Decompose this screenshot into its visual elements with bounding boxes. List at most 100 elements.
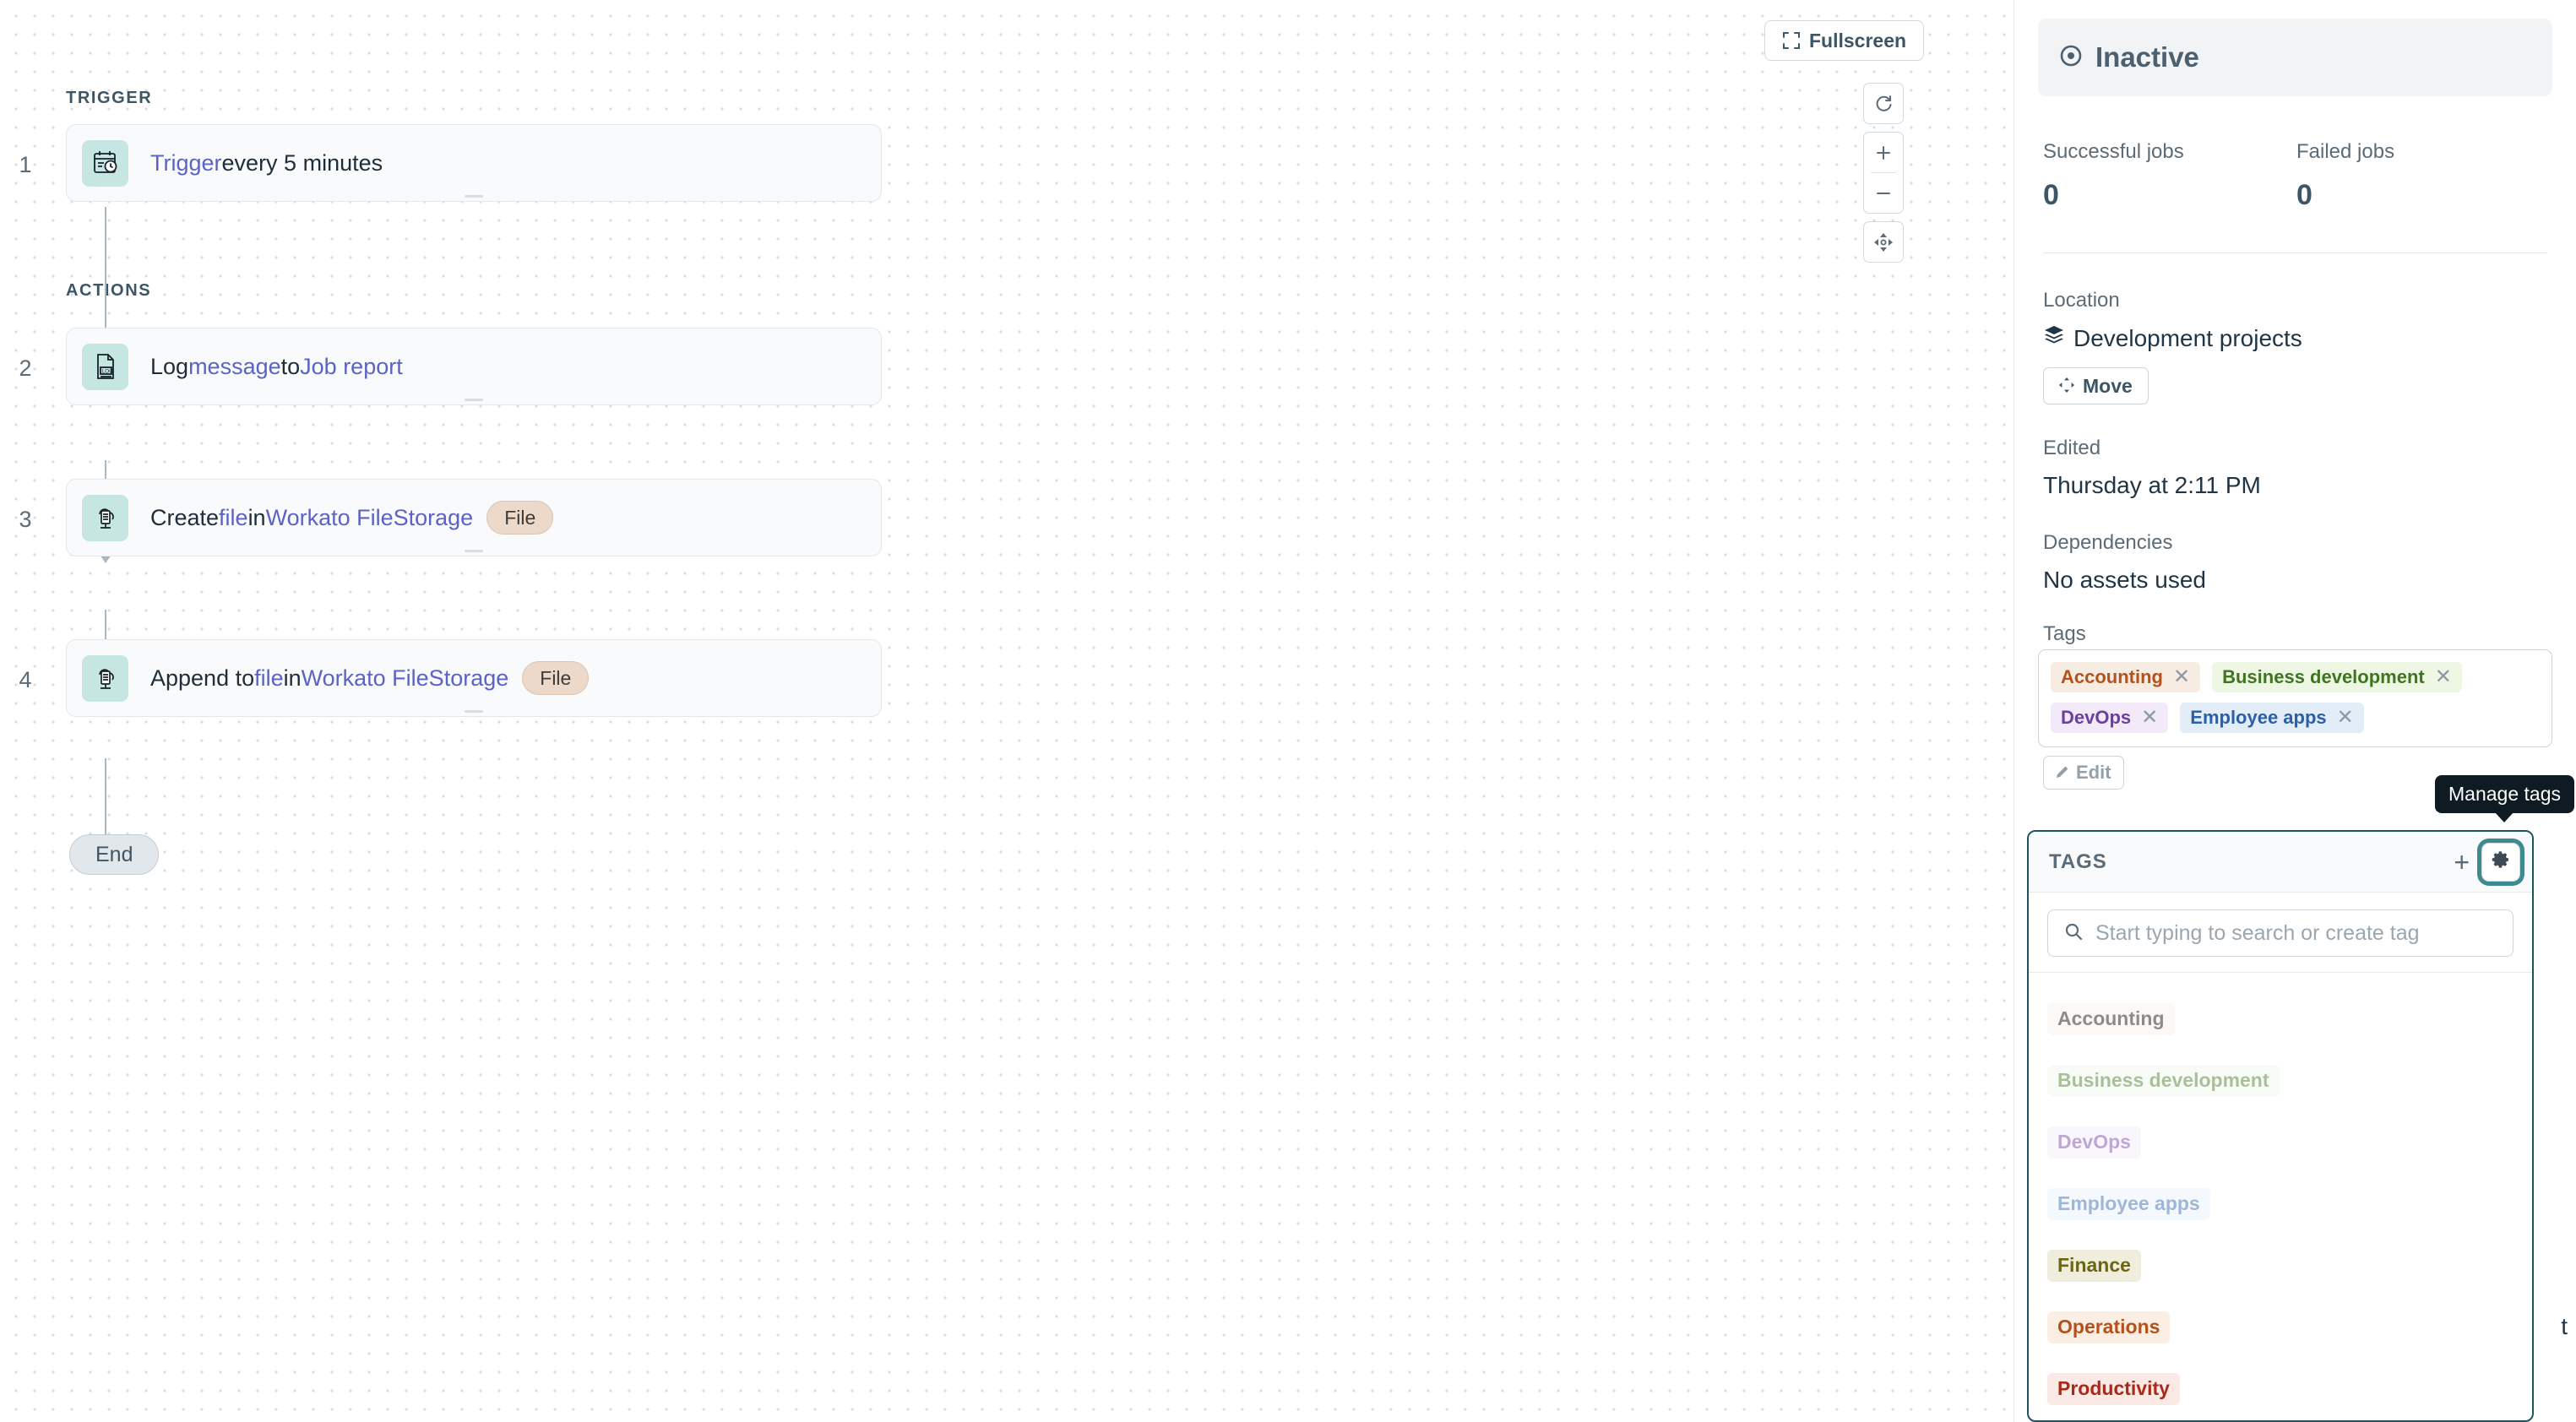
step-description: Append to file in Workato FileStorage Fil… <box>150 661 590 695</box>
step-collapse-handle[interactable] <box>465 710 483 713</box>
recipe-step-node[interactable]: Create file in Workato FileStorage File <box>66 479 882 556</box>
successful-jobs-value: 0 <box>2043 179 2059 211</box>
manage-tags-gear-button[interactable] <box>2481 842 2520 882</box>
failed-jobs-value: 0 <box>2296 179 2312 211</box>
cloud-file-icon <box>82 654 128 702</box>
recipe-step-node[interactable]: Trigger every 5 minutes <box>66 124 882 202</box>
tag-chip-label: Business development <box>2222 666 2425 687</box>
tag-option-row[interactable]: Employee apps <box>2047 1173 2514 1235</box>
remove-tag-icon[interactable]: ✕ <box>2141 708 2158 728</box>
edited-field: Edited Thursday at 2:11 PM <box>2038 437 2552 499</box>
remove-tag-icon[interactable]: ✕ <box>2173 667 2190 687</box>
step-text-token: every 5 minutes <box>221 149 383 176</box>
step-number: 4 <box>19 667 32 692</box>
tag-chip[interactable]: Employee apps ✕ <box>2180 703 2364 733</box>
manage-tags-tooltip-label: Manage tags <box>2448 783 2561 805</box>
canvas-zoom-controls[interactable] <box>1863 83 1904 263</box>
remove-tag-icon[interactable]: ✕ <box>2435 667 2452 687</box>
tag-chip-label: Employee apps <box>2190 707 2327 728</box>
move-button[interactable]: Move <box>2043 367 2149 404</box>
layers-icon <box>2043 324 2065 352</box>
tag-option-chip: DevOps <box>2047 1126 2141 1159</box>
reset-view-box[interactable] <box>1863 83 1904 124</box>
tag-option-row[interactable]: Accounting <box>2047 988 2514 1050</box>
actions-section-label: ACTIONS <box>66 281 152 300</box>
pencil-icon <box>2056 762 2069 784</box>
edit-tags-button[interactable]: Edit <box>2043 756 2124 790</box>
panel-divider <box>2043 252 2547 253</box>
schedule-clock-icon <box>82 139 128 187</box>
end-node[interactable]: End <box>69 834 160 875</box>
tag-option-chip: Accounting <box>2047 1002 2175 1035</box>
inactive-target-icon <box>2058 43 2084 73</box>
fit-to-screen-box[interactable] <box>1863 221 1904 263</box>
connector-4-end <box>105 758 106 836</box>
tags-dropdown-title: TAGS <box>2049 849 2107 873</box>
fullscreen-button[interactable]: Fullscreen <box>1764 20 1925 61</box>
step-collapse-handle[interactable] <box>465 399 483 401</box>
location-value-row: Development projects <box>2043 324 2552 352</box>
edited-label: Edited <box>2043 437 2101 459</box>
tags-dropdown-panel[interactable]: TAGS + Accounting <box>2027 830 2534 1422</box>
tags-dropdown-list[interactable]: Accounting Business development DevOps Empl… <box>2029 973 2532 1420</box>
tag-chip[interactable]: DevOps ✕ <box>2051 703 2169 733</box>
edit-tags-label: Edit <box>2076 762 2111 783</box>
tag-chip[interactable]: Business development ✕ <box>2212 662 2462 692</box>
tag-option-row[interactable]: Productivity <box>2047 1358 2514 1419</box>
step-text-token: to <box>280 353 301 379</box>
step-description: Log message to Job report <box>150 354 403 380</box>
step-link-token[interactable]: Trigger <box>150 150 222 176</box>
reset-view-icon[interactable] <box>1864 84 1903 123</box>
workflow-recipe-page: Fullscreen TRIGGER ACTIONS 1 Trigger eve… <box>0 0 2576 1422</box>
step-link-token[interactable]: Job report <box>300 354 403 380</box>
step-link-token[interactable]: Workato FileStorage <box>302 665 509 692</box>
cloud-file-icon <box>82 494 128 541</box>
obscured-text-fragment: t <box>2561 1313 2568 1339</box>
tag-option-chip: Operations <box>2047 1311 2171 1343</box>
edited-value: Thursday at 2:11 PM <box>2043 472 2261 498</box>
step-link-token[interactable]: Workato FileStorage <box>266 505 474 531</box>
add-tag-icon[interactable]: + <box>2442 849 2481 876</box>
tags-search-box[interactable] <box>2047 909 2514 957</box>
zoom-out-icon[interactable] <box>1864 173 1903 213</box>
manage-tags-tooltip: Manage tags <box>2435 775 2574 813</box>
tag-chip-label: Accounting <box>2061 666 2163 687</box>
tag-option-chip: Employee apps <box>2047 1187 2210 1220</box>
step-description: Trigger every 5 minutes <box>150 150 383 176</box>
step-link-token[interactable]: file <box>219 505 248 531</box>
tag-option-row[interactable]: Operations <box>2047 1296 2514 1358</box>
zoom-in-out-box[interactable] <box>1863 132 1904 214</box>
tags-search-input[interactable] <box>2095 920 2497 946</box>
step-number: 1 <box>19 152 32 177</box>
tag-chip[interactable]: Accounting ✕ <box>2051 662 2201 692</box>
status-label: Inactive <box>2095 41 2199 73</box>
step-link-token[interactable]: message <box>188 354 281 380</box>
location-label: Location <box>2043 289 2120 312</box>
step-collapse-handle[interactable] <box>465 550 483 552</box>
tag-option-row[interactable]: Finance <box>2047 1235 2514 1296</box>
recipe-step-node[interactable]: LOG Log message to Job report <box>66 328 882 405</box>
fit-to-screen-icon[interactable] <box>1864 222 1903 262</box>
tag-option-row[interactable]: Business development <box>2047 1050 2514 1111</box>
log-file-icon: LOG <box>82 343 128 390</box>
step-text-token: in <box>247 504 266 530</box>
remove-tag-icon[interactable]: ✕ <box>2337 708 2354 728</box>
step-collapse-handle[interactable] <box>465 195 483 198</box>
failed-jobs-label: Failed jobs <box>2296 140 2395 163</box>
step-pill-badge: File <box>486 501 554 535</box>
tags-field: Tags Accounting ✕ Business development ✕ Dev… <box>2038 622 2552 790</box>
tags-chip-container[interactable]: Accounting ✕ Business development ✕ DevOps ✕ E… <box>2038 649 2552 747</box>
step-text-token: Append to <box>150 665 255 691</box>
recipe-canvas[interactable]: Fullscreen TRIGGER ACTIONS 1 Trigger eve… <box>0 0 2014 1422</box>
tag-option-row[interactable]: DevOps <box>2047 1111 2514 1173</box>
successful-jobs-label: Successful jobs <box>2043 140 2184 163</box>
step-text-token: Create <box>150 504 220 530</box>
tags-label: Tags <box>2043 622 2086 645</box>
successful-jobs-stat: Successful jobs 0 <box>2043 140 2296 212</box>
step-number: 3 <box>19 507 32 532</box>
search-icon <box>2063 921 2084 946</box>
recipe-step-node[interactable]: Append to file in Workato FileStorage Fil… <box>66 639 882 717</box>
zoom-in-icon[interactable] <box>1864 133 1903 172</box>
step-link-token[interactable]: file <box>254 665 284 692</box>
move-label: Move <box>2083 374 2133 397</box>
